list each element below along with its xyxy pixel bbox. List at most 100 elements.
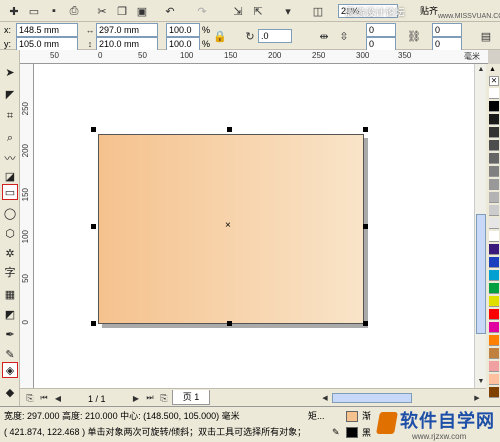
horizontal-ruler[interactable]: 50 0 50 100 150 200 250 300 350 毫米 [20,50,488,64]
wrap-text-icon[interactable]: ▤ [478,28,494,44]
selection-handle[interactable] [363,321,368,326]
corner-radius-top-left[interactable]: 0 [366,23,396,37]
print-icon[interactable]: ⎙ [66,3,82,19]
palette-swatch[interactable] [489,140,499,151]
cut-icon[interactable]: ✂ [94,3,110,19]
palette-swatch[interactable] [489,270,499,281]
scroll-left-icon[interactable]: ◀ [320,393,330,403]
add-page-after-icon[interactable]: ⎘ [156,390,172,406]
new-document-icon[interactable]: ✚ [6,3,22,19]
scroll-right-icon[interactable]: ▶ [472,393,482,403]
scroll-down-icon[interactable]: ▼ [476,376,486,386]
palette-swatch[interactable] [489,205,499,216]
import-icon[interactable]: ⇲ [230,3,246,19]
toolbox: ➤ ◤ ⌗ ⌕ 〰 ◪ ▭ ◯ ⬡ ✲ 字 ▦ ◩ ✒ ✎ ◈ ◆ [0,50,20,406]
smart-fill-tool-icon[interactable]: ◪ [2,168,18,184]
zoom-tool-icon[interactable]: ⌕ [2,130,18,146]
palette-swatch[interactable] [489,153,499,164]
redo-icon[interactable]: ↷ [194,3,210,19]
scale-y-field[interactable]: 100.0 [166,37,200,51]
previous-page-icon[interactable]: ◀ [50,390,66,406]
freehand-tool-icon[interactable]: 〰 [2,150,18,166]
interactive-blend-tool-icon[interactable]: ◩ [2,306,18,322]
scale-x-field[interactable]: 100.0 [166,23,200,37]
corel-online-icon[interactable]: ◫ [310,3,326,19]
palette-swatch[interactable] [489,322,499,333]
rectangle-tool-icon[interactable]: ▭ [2,184,18,200]
text-tool-icon[interactable]: 字 [2,264,18,280]
application-launcher-icon[interactable]: ▾ [280,3,296,19]
palette-swatch[interactable] [489,88,499,99]
interactive-fill-tool-icon[interactable]: ◆ [2,384,18,400]
copy-icon[interactable]: ❐ [114,3,130,19]
crop-tool-icon[interactable]: ⌗ [2,108,18,124]
y-position-field[interactable]: 105.0 mm [16,37,78,51]
pick-tool-icon[interactable]: ➤ [2,64,18,80]
basic-shapes-tool-icon[interactable]: ✲ [2,245,18,261]
palette-swatch[interactable] [489,127,499,138]
vertical-scroll-thumb[interactable] [476,214,486,334]
scroll-up-icon[interactable]: ▲ [476,64,486,74]
corner-radius-bottom-right[interactable]: 0 [432,37,462,51]
polygon-tool-icon[interactable]: ⬡ [2,225,18,241]
drawing-canvas[interactable]: × [34,64,474,388]
palette-swatch[interactable] [489,335,499,346]
width-field[interactable]: 297.0 mm [96,23,158,37]
table-tool-icon[interactable]: ▦ [2,286,18,302]
horizontal-scroll-thumb[interactable] [332,393,412,403]
palette-swatch[interactable] [489,309,499,320]
palette-swatch[interactable] [489,114,499,125]
outline-tool-icon[interactable]: ✎ [2,346,18,362]
export-icon[interactable]: ⇱ [250,3,266,19]
paste-icon[interactable]: ▣ [134,3,150,19]
mirror-horizontal-icon[interactable]: ⇹ [316,28,332,44]
selection-handle[interactable] [227,321,232,326]
outline-swatch[interactable] [346,427,358,438]
snap-to-label[interactable]: 贴齐 [420,5,438,17]
v-tick-label: 150 [21,188,30,202]
palette-swatch[interactable] [489,192,499,203]
selection-handle[interactable] [363,224,368,229]
shape-tool-icon[interactable]: ◤ [2,86,18,102]
selection-handle[interactable] [363,127,368,132]
palette-swatch[interactable] [489,179,499,190]
vertical-scrollbar[interactable]: ▲ ▼ [474,64,486,388]
palette-swatch[interactable] [489,387,499,398]
corner-lock-icon[interactable]: ⛓ [406,28,422,44]
fill-tool-icon[interactable]: ◈ [2,362,18,378]
selection-handle[interactable] [227,127,232,132]
corner-radius-bottom-left[interactable]: 0 [366,37,396,51]
mirror-vertical-icon[interactable]: ⇳ [336,28,352,44]
palette-swatch[interactable] [489,166,499,177]
scale-x-percent: % [202,25,211,35]
gradient-rectangle[interactable] [98,134,364,324]
palette-swatch[interactable] [489,348,499,359]
palette-swatch[interactable] [489,361,499,372]
palette-swatch[interactable] [489,231,499,242]
palette-swatch[interactable] [489,218,499,229]
palette-swatch[interactable] [489,101,499,112]
palette-swatch[interactable] [489,257,499,268]
vertical-ruler[interactable]: 250 200 150 100 50 0 [20,64,34,388]
undo-icon[interactable]: ↶ [162,3,178,19]
corner-radius-top-right[interactable]: 0 [432,23,462,37]
fill-swatch[interactable] [346,411,358,422]
x-position-field[interactable]: 148.5 mm [16,23,78,37]
palette-swatch[interactable] [489,283,499,294]
lock-ratio-icon[interactable]: 🔒 [212,28,228,44]
ellipse-tool-icon[interactable]: ◯ [2,205,18,221]
palette-scroll-up-icon[interactable]: ▲ [489,66,496,73]
eyedropper-tool-icon[interactable]: ✒ [2,326,18,342]
selection-handle[interactable] [91,127,96,132]
open-folder-icon[interactable]: ▭ [26,3,42,19]
rotation-angle-field[interactable]: .0 [258,29,292,43]
palette-swatch[interactable] [489,374,499,385]
selection-handle[interactable] [91,224,96,229]
selection-handle[interactable] [91,321,96,326]
save-icon[interactable]: ▪ [46,3,62,19]
no-color-swatch[interactable]: ⨯ [489,76,499,86]
height-field[interactable]: 210.0 mm [96,37,158,51]
tab-page-1[interactable]: 页 1 [172,390,210,405]
palette-swatch[interactable] [489,244,499,255]
palette-swatch[interactable] [489,296,499,307]
